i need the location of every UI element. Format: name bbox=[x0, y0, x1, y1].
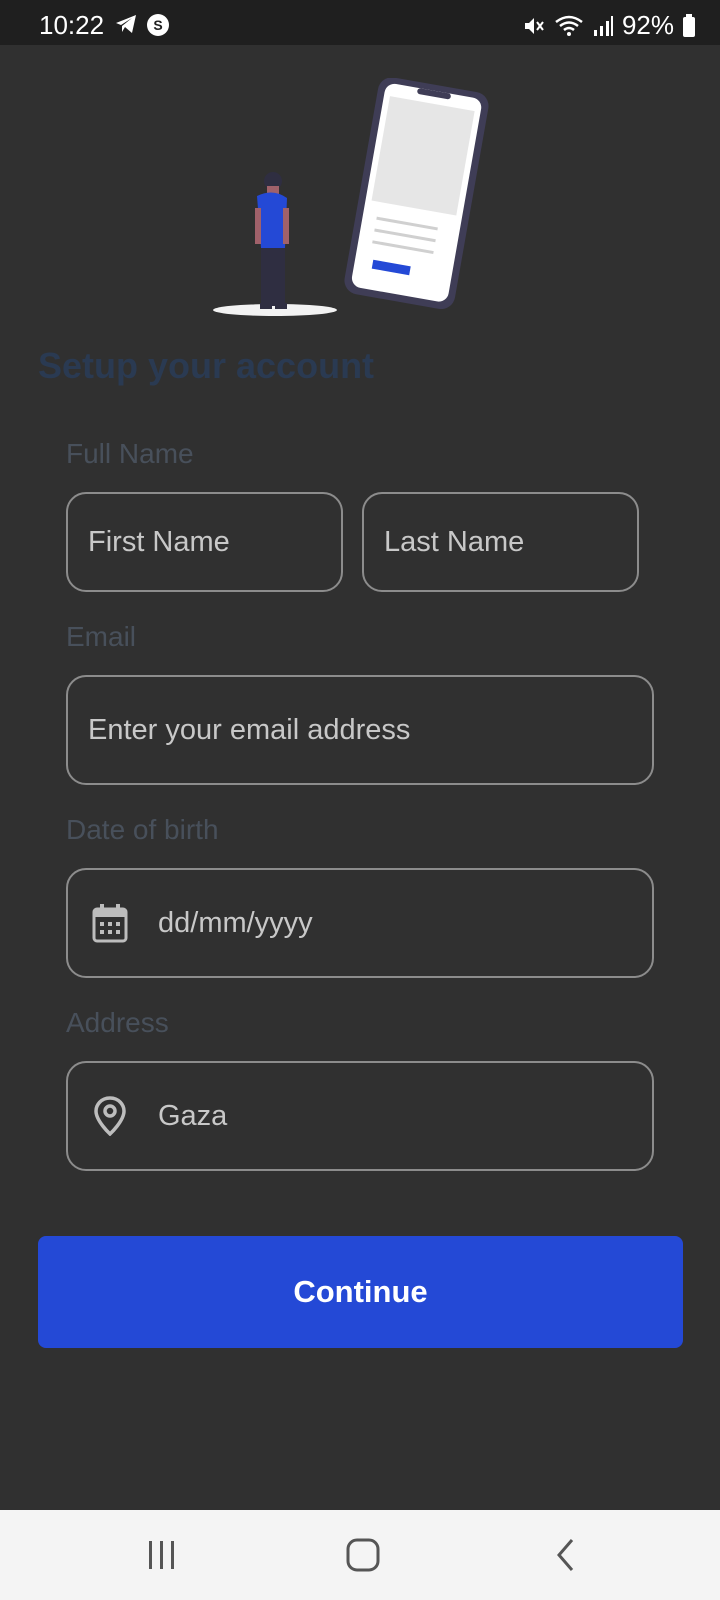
address-value: Gaza bbox=[158, 1099, 228, 1132]
continue-label: Continue bbox=[293, 1274, 428, 1309]
navigation-bar bbox=[0, 1510, 720, 1600]
location-pin-icon bbox=[94, 1096, 126, 1136]
email-label: Email bbox=[66, 621, 137, 652]
recent-apps-icon[interactable] bbox=[140, 1535, 184, 1575]
continue-button[interactable]: Continue bbox=[38, 1236, 683, 1348]
battery-percent: 92% bbox=[621, 10, 674, 40]
onboarding-illustration bbox=[213, 78, 489, 316]
first-name-field[interactable]: First Name bbox=[66, 492, 343, 592]
page-title: Setup your account bbox=[38, 345, 375, 386]
email-field[interactable]: Enter your email address bbox=[66, 675, 654, 785]
first-name-placeholder: First Name bbox=[88, 525, 230, 558]
status-system-icons: 92% bbox=[522, 10, 696, 41]
status-notification-icons: S bbox=[114, 13, 170, 37]
svg-text:S: S bbox=[153, 17, 162, 33]
shazam-icon: S bbox=[147, 14, 169, 36]
full-name-label: Full Name bbox=[66, 438, 194, 469]
address-label: Address bbox=[66, 1007, 169, 1038]
email-placeholder: Enter your email address bbox=[88, 713, 411, 746]
dob-placeholder: dd/mm/yyyy bbox=[158, 906, 313, 939]
telegram-icon bbox=[116, 15, 136, 33]
last-name-placeholder: Last Name bbox=[384, 525, 525, 558]
status-time: 10:22 bbox=[39, 10, 105, 40]
back-icon[interactable] bbox=[544, 1535, 588, 1575]
dob-label: Date of birth bbox=[66, 814, 219, 845]
wifi-icon bbox=[555, 15, 583, 36]
signal-icon bbox=[593, 15, 613, 36]
calendar-icon bbox=[92, 904, 128, 943]
last-name-field[interactable]: Last Name bbox=[362, 492, 639, 592]
battery-icon bbox=[683, 13, 695, 37]
dob-field[interactable]: dd/mm/yyyy bbox=[66, 868, 654, 978]
address-field[interactable]: Gaza bbox=[66, 1061, 654, 1171]
status-bar: 10:22 S 92% bbox=[0, 0, 720, 45]
mute-icon bbox=[524, 17, 544, 34]
home-icon[interactable] bbox=[341, 1535, 385, 1575]
